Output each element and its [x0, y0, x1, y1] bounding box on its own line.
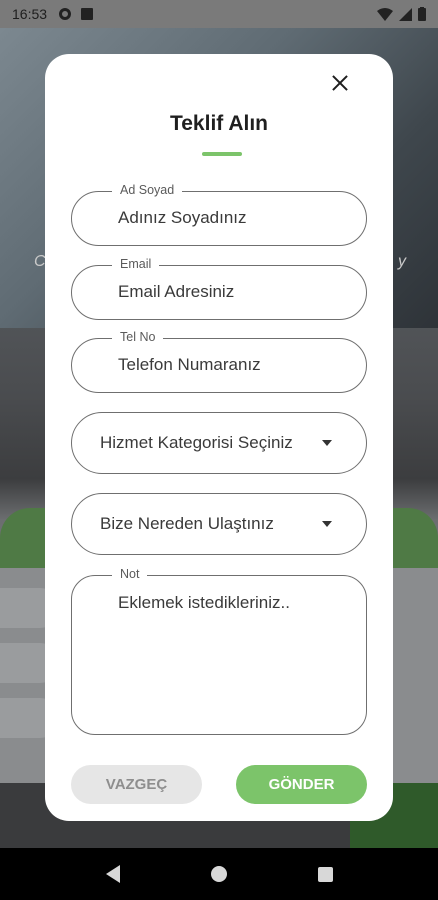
name-field-label: Ad Soyad — [112, 183, 183, 197]
status-time: 16:53 — [12, 6, 48, 22]
referral-source-value: Bize Nereden Ulaştınız — [100, 514, 274, 533]
chevron-down-icon — [322, 440, 332, 446]
send-button[interactable]: GÖNDER — [236, 765, 367, 804]
home-icon[interactable] — [210, 866, 227, 882]
service-category-select[interactable]: Hizmet Kategorisi Seçiniz — [71, 412, 367, 474]
phone-field-label: Tel No — [112, 330, 164, 344]
phone-field-placeholder: Telefon Numaranız — [118, 355, 261, 374]
dialog-title: Teklif Alın — [169, 112, 268, 135]
battery-icon — [418, 7, 426, 21]
settings-icon — [59, 8, 72, 20]
back-icon[interactable] — [105, 865, 120, 883]
status-bar: 16:53 — [0, 0, 438, 28]
service-category-value: Hizmet Kategorisi Seçiniz — [100, 433, 293, 452]
wifi-icon — [377, 7, 393, 21]
note-field-label: Not — [112, 567, 148, 581]
note-textarea[interactable]: Not Eklemek istedikleriniz.. — [71, 567, 367, 735]
chevron-down-icon — [322, 521, 332, 527]
background-text-left: C — [34, 253, 46, 270]
cancel-button[interactable]: VAZGEÇ — [71, 765, 202, 804]
email-field-label: Email — [112, 257, 160, 271]
note-field-placeholder: Eklemek istedikleriniz.. — [118, 593, 290, 612]
referral-source-select[interactable]: Bize Nereden Ulaştınız — [71, 493, 367, 555]
name-field-placeholder: Adınız Soyadınız — [118, 208, 247, 227]
close-icon[interactable] — [327, 70, 353, 96]
quote-request-dialog: Teklif Alın Ad Soyad Adınız Soyadınız Em… — [45, 54, 393, 821]
background-text-right: y — [398, 253, 406, 270]
email-field[interactable]: Email Email Adresiniz — [71, 257, 367, 320]
signal-icon — [399, 7, 412, 21]
title-underline — [202, 152, 242, 156]
recent-apps-icon[interactable] — [317, 866, 333, 882]
sim-card-icon — [81, 8, 94, 20]
system-navigation-bar — [0, 848, 438, 900]
name-field[interactable]: Ad Soyad Adınız Soyadınız — [71, 183, 367, 246]
email-field-placeholder: Email Adresiniz — [118, 282, 235, 301]
status-indicators — [377, 7, 426, 21]
phone-field[interactable]: Tel No Telefon Numaranız — [71, 330, 367, 393]
